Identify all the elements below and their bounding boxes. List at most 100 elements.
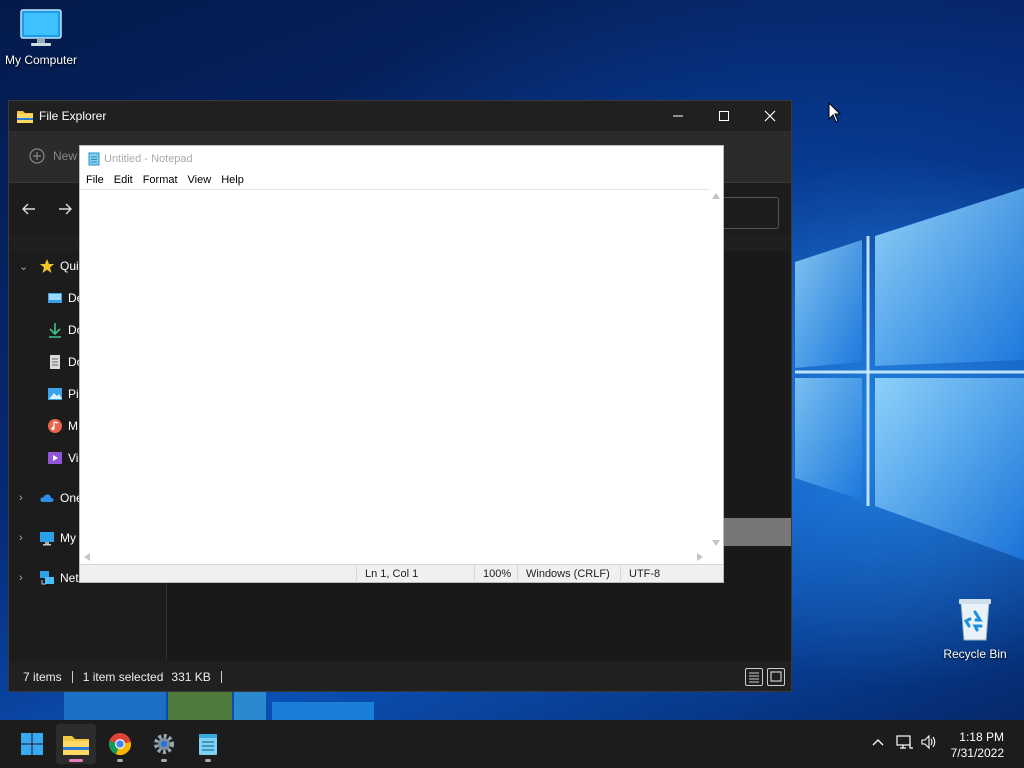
encoding: UTF-8 xyxy=(620,565,660,583)
menu-edit[interactable]: Edit xyxy=(114,174,133,186)
desktop-icon-label: My Computer xyxy=(4,53,78,67)
status-separator xyxy=(71,671,73,683)
recycle-bin-icon xyxy=(959,599,991,641)
chevron-right-icon: › xyxy=(19,572,23,584)
taskbar-chrome[interactable] xyxy=(100,724,140,764)
horizontal-scrollbar[interactable] xyxy=(80,550,709,564)
cloud-icon xyxy=(40,494,54,502)
window-title: File Explorer xyxy=(39,109,107,123)
desktop-folder-icon xyxy=(48,293,62,303)
nav-item-label: Net xyxy=(60,571,79,585)
arrow-right-icon xyxy=(59,203,72,215)
clock-date: 7/31/2022 xyxy=(950,746,1004,760)
taskbar-notepad[interactable] xyxy=(188,724,228,764)
nav-item-label: Pi xyxy=(68,387,79,401)
back-button[interactable] xyxy=(21,201,39,219)
zoom-level: 100% xyxy=(474,565,511,583)
taskbar-thumbnail-strip xyxy=(64,692,374,720)
selection-size: 331 KB xyxy=(171,670,211,684)
chrome-icon xyxy=(109,733,131,756)
scroll-up-icon xyxy=(712,193,720,199)
volume-button[interactable] xyxy=(920,734,938,753)
menu-help[interactable]: Help xyxy=(221,174,244,186)
explorer-titlebar[interactable]: File Explorer xyxy=(9,101,791,131)
notepad-titlebar[interactable]: Untitled - Notepad xyxy=(80,146,723,172)
new-button-label: New xyxy=(53,149,78,163)
music-icon xyxy=(48,419,62,433)
desktop-icon-label: Recycle Bin xyxy=(943,647,1007,661)
running-indicator xyxy=(69,759,83,762)
plus-circle-icon xyxy=(29,148,45,164)
nav-item-label: My xyxy=(60,531,76,545)
chevron-right-icon: › xyxy=(19,492,23,504)
windows-start-icon xyxy=(21,733,43,755)
tiles-view-icon xyxy=(770,671,782,682)
desktop-icon-recycle-bin[interactable]: Recycle Bin xyxy=(934,596,1016,661)
nav-item-label: Vi xyxy=(68,451,79,465)
minimize-icon xyxy=(673,115,683,117)
network-wired-icon xyxy=(896,735,913,749)
forward-button[interactable] xyxy=(57,201,75,219)
notepad-window[interactable]: Untitled - Notepad File Edit Format View… xyxy=(79,145,724,583)
window-title: Untitled - Notepad xyxy=(104,153,193,165)
show-hidden-icons-button[interactable] xyxy=(872,736,884,750)
notepad-icon xyxy=(88,152,100,166)
pictures-icon xyxy=(48,388,62,400)
close-icon xyxy=(764,110,776,122)
maximize-button[interactable] xyxy=(701,101,747,131)
chevron-down-icon: ⌄ xyxy=(19,260,29,273)
running-indicator xyxy=(205,759,211,762)
taskbar-settings[interactable] xyxy=(144,724,184,764)
gear-icon xyxy=(154,734,174,754)
chevron-up-icon xyxy=(872,739,884,746)
scroll-down-icon xyxy=(712,540,720,546)
scroll-left-icon xyxy=(84,553,90,561)
taskbar-file-explorer[interactable] xyxy=(56,724,96,764)
running-indicator xyxy=(117,759,123,762)
network-icon xyxy=(40,571,54,585)
new-button[interactable]: New xyxy=(29,145,77,167)
computer-icon xyxy=(40,532,54,546)
list-view-icon xyxy=(749,672,759,683)
tiles-view-button[interactable] xyxy=(767,668,785,686)
scroll-right-icon xyxy=(697,553,703,561)
taskbar: 1:18 PM 7/31/2022 xyxy=(0,720,1024,768)
running-indicator xyxy=(161,759,167,762)
folder-icon xyxy=(63,736,89,755)
chevron-right-icon: › xyxy=(19,532,23,544)
minimize-button[interactable] xyxy=(655,101,701,131)
details-view-button[interactable] xyxy=(745,668,763,686)
menu-view[interactable]: View xyxy=(188,174,212,186)
close-button[interactable] xyxy=(747,101,793,131)
nav-item-label: Qui xyxy=(60,259,79,273)
status-separator xyxy=(220,671,222,683)
download-icon xyxy=(49,323,61,338)
notepad-icon xyxy=(199,734,217,755)
star-icon xyxy=(40,259,54,273)
vertical-scrollbar[interactable] xyxy=(709,189,723,550)
nav-item-label: M xyxy=(68,419,78,433)
document-icon xyxy=(50,355,60,369)
selection-count: 1 item selected xyxy=(82,670,164,684)
speaker-icon xyxy=(921,734,936,750)
item-count: 7 items xyxy=(23,670,62,684)
folder-icon xyxy=(17,111,33,123)
mouse-cursor-icon xyxy=(828,102,842,123)
start-button[interactable] xyxy=(12,724,52,764)
desktop-icon-my-computer[interactable]: My Computer xyxy=(0,8,82,67)
clock[interactable]: 1:18 PM 7/31/2022 xyxy=(951,729,1004,761)
arrow-left-icon xyxy=(22,203,35,215)
monitor-icon xyxy=(20,9,62,46)
notepad-menu-bar: File Edit Format View Help xyxy=(80,172,723,188)
notepad-text-area[interactable] xyxy=(80,189,723,550)
menu-file[interactable]: File xyxy=(86,174,104,186)
clock-time: 1:18 PM xyxy=(959,730,1004,744)
explorer-status-bar: 7 items 1 item selected 331 KB xyxy=(9,663,791,691)
maximize-icon xyxy=(719,111,729,121)
video-icon xyxy=(48,452,62,464)
search-box[interactable] xyxy=(719,197,779,229)
menu-format[interactable]: Format xyxy=(143,174,178,186)
cursor-position: Ln 1, Col 1 xyxy=(356,565,418,583)
network-status-button[interactable] xyxy=(896,734,914,753)
line-ending: Windows (CRLF) xyxy=(517,565,610,583)
